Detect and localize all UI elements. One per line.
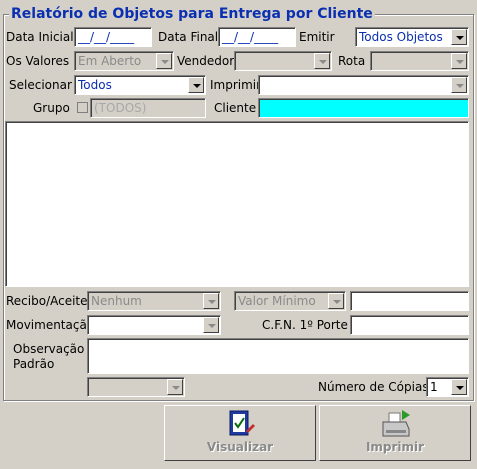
copias-select[interactable]: 1: [426, 377, 469, 397]
cliente-field[interactable]: [258, 98, 469, 118]
rota-label: Rota: [338, 54, 366, 68]
extra-select[interactable]: [87, 377, 185, 397]
valor-minimo-value: Valor Mínimo: [238, 294, 316, 308]
chevron-down-icon[interactable]: [167, 379, 183, 395]
selecionar-value: Todos: [78, 78, 112, 92]
cfn-field[interactable]: [350, 315, 469, 335]
recibo-aceite-value: Nenhum: [91, 294, 142, 308]
grupo-label: Grupo: [33, 101, 70, 115]
vendedor-select[interactable]: [234, 51, 332, 71]
os-valores-value: Em Aberto: [78, 54, 142, 68]
chevron-down-icon[interactable]: [328, 293, 344, 309]
chevron-down-icon[interactable]: [203, 293, 219, 309]
os-valores-select[interactable]: Em Aberto: [74, 51, 174, 71]
grupo-checkbox[interactable]: [77, 102, 88, 113]
vendedor-label: Vendedor: [177, 54, 235, 68]
rota-select[interactable]: [370, 51, 469, 71]
recibo-aceite-label: Recibo/Aceite: [6, 294, 88, 308]
chevron-down-icon[interactable]: [156, 53, 172, 69]
grupo-field[interactable]: (TODOS): [90, 98, 206, 118]
printer-icon: [382, 410, 410, 437]
movimentacao-label: Movimentação: [6, 318, 95, 332]
chevron-down-icon[interactable]: [451, 29, 467, 45]
visualizar-button[interactable]: Visualizar: [164, 405, 316, 461]
data-inicial-field[interactable]: __/__/____: [74, 27, 152, 47]
padrao-label: Padrão: [13, 357, 55, 371]
chevron-down-icon[interactable]: [451, 53, 467, 69]
valor-minimo-select[interactable]: Valor Mínimo: [234, 291, 346, 311]
valor-minimo-input[interactable]: [350, 291, 469, 311]
emitir-value: Todos Objetos: [359, 30, 443, 44]
report-title: Relatório de Objetos para Entrega por Cl…: [9, 6, 375, 22]
copias-label: Número de Cópias: [318, 380, 429, 394]
cfn-label: C.F.N. 1º Porte: [262, 318, 348, 332]
results-list[interactable]: [5, 121, 469, 287]
recibo-aceite-select[interactable]: Nenhum: [87, 291, 221, 311]
imprimir-label: Imprimir: [210, 78, 262, 92]
chevron-down-icon[interactable]: [451, 77, 467, 93]
emitir-select[interactable]: Todos Objetos: [355, 27, 469, 47]
visualizar-label: Visualizar: [206, 440, 274, 454]
os-valores-label: Os Valores: [6, 54, 70, 68]
movimentacao-select[interactable]: [87, 315, 221, 335]
clipboard-check-icon: [229, 410, 255, 436]
chevron-down-icon[interactable]: [188, 77, 204, 93]
data-final-label: Data Final: [158, 30, 219, 44]
observacao-field[interactable]: [87, 338, 469, 374]
selecionar-label: Selecionar: [9, 78, 72, 92]
chevron-down-icon[interactable]: [314, 53, 330, 69]
imprimir-button[interactable]: Imprimir: [319, 405, 471, 461]
chevron-down-icon[interactable]: [203, 317, 219, 333]
copias-value: 1: [430, 380, 438, 394]
imprimir-select[interactable]: [258, 75, 469, 95]
cliente-label: Cliente: [214, 101, 257, 115]
data-inicial-label: Data Inicial: [6, 30, 74, 44]
emitir-label: Emitir: [299, 30, 335, 44]
data-final-field[interactable]: __/__/____: [218, 27, 296, 47]
selecionar-select[interactable]: Todos: [74, 75, 206, 95]
chevron-down-icon[interactable]: [451, 379, 467, 395]
imprimir-button-label: Imprimir: [365, 440, 425, 454]
